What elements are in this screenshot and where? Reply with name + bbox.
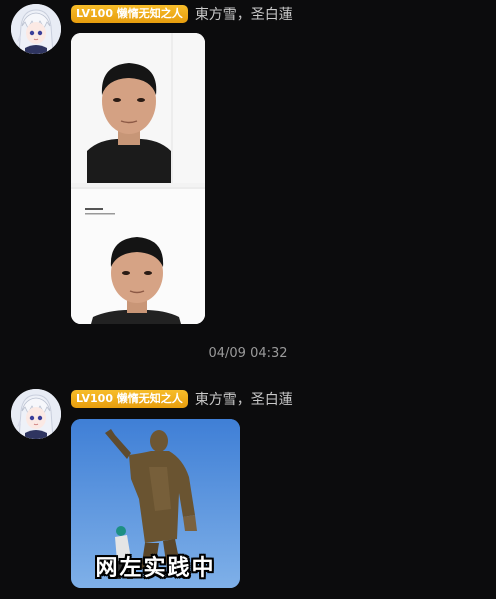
avatar[interactable]	[11, 4, 61, 54]
photo-sheet-image[interactable]	[71, 33, 205, 324]
username[interactable]: 東方雪，圣白蓮	[195, 4, 293, 24]
timestamp: 04/09 04:32	[208, 346, 288, 361]
level-badge: LV100 懒惰无知之人	[71, 390, 188, 408]
meme-image[interactable]: 网左实践中	[71, 419, 240, 588]
message-header: LV100 懒惰无知之人 東方雪，圣白蓮	[71, 3, 293, 25]
username[interactable]: 東方雪，圣白蓮	[195, 389, 293, 409]
level-badge: LV100 懒惰无知之人	[71, 5, 188, 23]
avatar[interactable]	[11, 389, 61, 439]
message-header: LV100 懒惰无知之人 東方雪，圣白蓮	[71, 388, 293, 410]
meme-caption: 网左实践中	[95, 556, 216, 581]
